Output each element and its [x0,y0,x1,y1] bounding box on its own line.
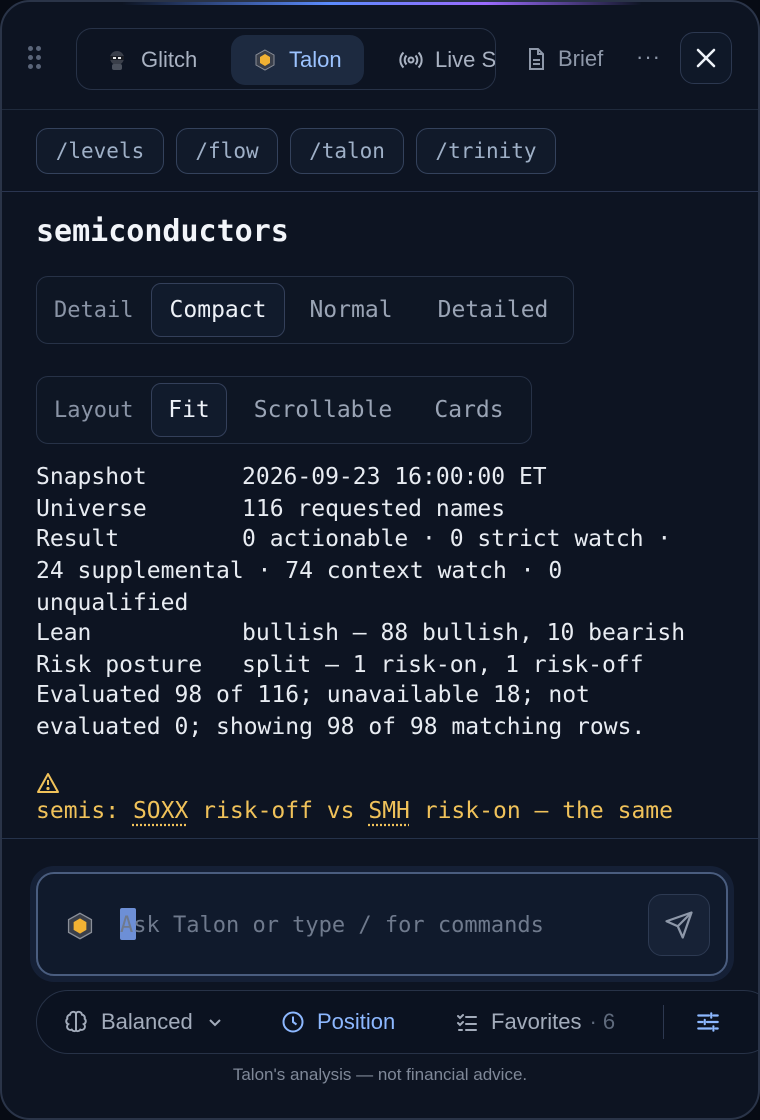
chevron-down-icon [209,1019,221,1027]
sliders-icon [697,1012,719,1032]
detail-option-detailed[interactable]: Detailed [423,283,563,337]
talon-panel: Glitch Talon Live S Brief ··· /levels /f… [0,0,760,1120]
layout-option-cards[interactable]: Cards [423,383,515,437]
evaluated-summary: Evaluated 98 of 116; unavailable 18; not [36,682,590,708]
detail-label: Detail [54,297,134,323]
position-button[interactable]: Position [281,991,395,1053]
snapshot-value: 2026-09-23 16:00:00 ET [242,464,547,490]
checklist-icon [457,1014,477,1031]
result-key: Result [36,526,120,552]
ticker-link-smh[interactable]: SMH [368,798,410,824]
detail-option-compact[interactable]: Compact [151,283,285,337]
universe-value: 116 requested names [242,496,506,522]
tab-label: Glitch [141,47,198,72]
detail-selector: Detail Compact Normal Detailed [36,276,574,344]
warning-icon [37,773,59,793]
result-value-cont: 24 supplemental · 74 context watch · 0 [36,558,563,584]
result-value: 0 actionable · 0 strict watch · [242,526,672,552]
clock-icon [282,1011,304,1033]
divider [2,838,758,839]
favorites-count: · 6 [589,1009,616,1034]
risk-posture-value: split — 1 risk-on, 1 risk-off [242,652,644,678]
tab-label: Talon [289,47,342,72]
lean-key: Lean [36,620,92,646]
bottom-toolbar: Balanced Position Favorites · 6 [36,990,758,1054]
warning-message: semis: SOXX risk-off vs SMH risk-on — th… [36,798,673,824]
brief-label: Brief [558,46,604,71]
tab-live[interactable]: Live S [399,35,496,85]
page-title: semiconductors [36,214,289,249]
mode-dropdown[interactable]: Balanced [63,991,235,1053]
warning-text: risk-on — the same [409,798,673,824]
result-value-cont: unqualified [36,590,189,616]
command-chip-flow[interactable]: /flow [176,128,278,174]
chat-input-box [36,872,728,976]
broadcast-icon [399,48,423,72]
toolbar-separator [663,1005,664,1039]
command-chips: /levels /flow /talon /trinity [2,110,758,192]
layout-label: Layout [54,397,134,423]
detail-option-normal[interactable]: Normal [295,283,407,337]
close-button[interactable] [680,32,732,84]
layout-option-scrollable[interactable]: Scrollable [243,383,403,437]
layout-selector: Layout Fit Scrollable Cards [36,376,532,444]
tab-label: Live S [435,47,496,72]
position-label: Position [317,1009,396,1034]
talon-cube-icon [253,48,277,72]
settings-button[interactable] [695,991,733,1053]
send-button[interactable] [648,894,710,956]
lean-value: bullish — 88 bullish, 10 bearish [242,620,686,646]
ninja-icon [105,48,129,72]
tab-glitch[interactable]: Glitch [105,35,197,85]
snapshot-key: Snapshot [36,464,147,490]
command-chip-trinity[interactable]: /trinity [416,128,556,174]
tab-talon[interactable]: Talon [231,35,364,85]
talon-cube-icon [67,912,93,940]
close-icon [696,48,716,68]
favorites-label: Favorites [491,1009,582,1034]
document-icon [529,48,544,70]
more-menu-button[interactable]: ··· [636,44,661,70]
chat-input[interactable] [120,906,640,944]
drag-handle-icon[interactable] [28,46,42,70]
brief-button[interactable]: Brief [524,34,603,84]
command-chip-levels[interactable]: /levels [36,128,164,174]
mode-label: Balanced [101,1009,193,1034]
warning-text: semis: [36,798,133,824]
command-chip-talon[interactable]: /talon [290,128,404,174]
ticker-link-soxx[interactable]: SOXX [133,798,188,824]
layout-option-fit[interactable]: Fit [151,383,227,437]
warning-text: risk-off vs [188,798,369,824]
agent-tabs: Glitch Talon Live S [76,28,496,90]
brain-icon [65,1010,87,1033]
evaluated-summary-cont: evaluated 0; showing 98 of 98 matching r… [36,714,646,740]
tab-bar: Glitch Talon Live S Brief ··· [2,2,758,110]
disclaimer: Talon's analysis — not financial advice. [232,1065,528,1084]
universe-key: Universe [36,496,147,522]
send-icon [665,911,693,939]
risk-posture-key: Risk posture [36,652,203,678]
favorites-button[interactable]: Favorites · 6 [455,991,615,1053]
